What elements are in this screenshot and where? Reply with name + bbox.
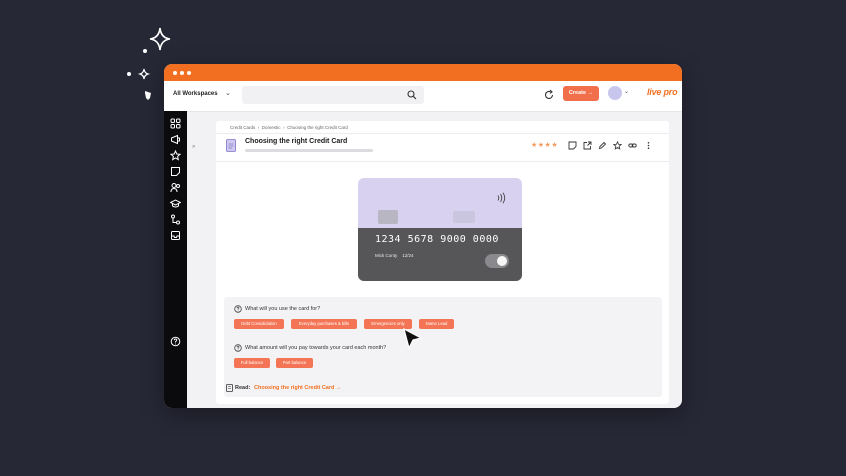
edit-icon[interactable]: [598, 141, 607, 150]
card-chip-secondary: [453, 211, 475, 223]
card-chip: [378, 210, 398, 224]
mouse-cursor-icon: [403, 328, 423, 350]
users-icon[interactable]: [170, 182, 181, 193]
article-panel: Credit Cards › Domestic › Choosing the r…: [216, 121, 669, 404]
option-button[interactable]: Part balance: [276, 358, 313, 368]
create-button[interactable]: Create →: [563, 86, 599, 101]
title-bar: [164, 64, 682, 81]
read-label: Read:: [235, 385, 251, 391]
read-link[interactable]: Choosing the right Credit Card →: [254, 385, 341, 391]
arrow-right-icon: →: [587, 90, 594, 96]
card-expiry: 12/24: [402, 253, 414, 258]
breadcrumb: Credit Cards › Domestic › Choosing the r…: [230, 125, 348, 130]
livepro-logo: live pro: [647, 87, 678, 97]
top-bar: All Workspaces ⌄ Create → ⌄ live pro: [164, 81, 682, 112]
workspace-selector[interactable]: All Workspaces: [173, 91, 218, 97]
note-icon[interactable]: [568, 141, 577, 150]
divider: [216, 133, 669, 134]
create-label: Create: [568, 90, 587, 96]
flow-icon[interactable]: [170, 214, 181, 225]
article-meta-placeholder: [245, 149, 373, 152]
more-options-icon[interactable]: [644, 141, 653, 150]
grid-icon[interactable]: [170, 118, 181, 129]
megaphone-icon[interactable]: [170, 134, 181, 145]
app-window: All Workspaces ⌄ Create → ⌄ live pro » C…: [164, 64, 682, 408]
document-icon: [226, 139, 236, 152]
graduation-cap-icon[interactable]: [170, 198, 181, 209]
sidebar: [164, 111, 187, 408]
collapse-panel-icon[interactable]: »: [192, 144, 195, 150]
search-input[interactable]: [242, 86, 424, 104]
sparkle-icon: [137, 68, 151, 80]
breadcrumb-item[interactable]: Credit Cards: [230, 125, 255, 130]
search-icon[interactable]: [406, 89, 418, 101]
card-logo-toggle: [485, 254, 509, 268]
breadcrumb-item[interactable]: Choosing the right Credit Card: [287, 125, 348, 130]
option-button[interactable]: Name Lead: [419, 319, 454, 329]
breadcrumb-separator: ›: [257, 125, 260, 130]
sparkle-icon: [149, 27, 171, 51]
sparkle-dot: [143, 49, 147, 53]
shield-icon: [145, 91, 151, 100]
question-text: What amount will you pay towards your ca…: [245, 345, 387, 351]
card-holder: Mick Conty 12/24: [375, 253, 414, 258]
book-icon: [226, 384, 233, 392]
rating-stars[interactable]: ★★★★: [531, 141, 558, 149]
credit-card-image: 1234 5678 9000 0000 Mick Conty 12/24: [358, 178, 522, 281]
question-icon: [234, 305, 242, 313]
option-button[interactable]: Debt Consolidation: [234, 319, 284, 329]
question-text: What will you use the card for?: [245, 306, 321, 312]
page-title: Choosing the right Credit Card: [245, 138, 348, 145]
option-button[interactable]: Everyday purchases & bills: [291, 319, 357, 329]
window-dots: [173, 71, 191, 75]
option-button[interactable]: Full balance: [234, 358, 270, 368]
contactless-icon: [497, 192, 506, 204]
card-holder-name: Mick Conty: [375, 253, 398, 258]
question-icon: [234, 344, 242, 352]
chevron-down-icon[interactable]: ⌄: [624, 88, 629, 95]
decision-tree-section: What will you use the card for? Debt Con…: [224, 297, 662, 397]
breadcrumb-separator: ›: [283, 125, 285, 130]
link-icon[interactable]: [628, 141, 637, 150]
card-top: [358, 178, 522, 228]
avatar[interactable]: [608, 86, 622, 100]
help-icon[interactable]: [170, 336, 181, 347]
inbox-icon[interactable]: [170, 230, 181, 241]
chevron-down-icon[interactable]: ⌄: [225, 89, 231, 97]
external-link-icon[interactable]: [583, 141, 592, 150]
star-icon[interactable]: [170, 150, 181, 161]
sparkle-dot: [127, 72, 131, 76]
tag-icon[interactable]: [170, 166, 181, 177]
divider: [216, 161, 669, 162]
refresh-icon[interactable]: [543, 89, 555, 101]
breadcrumb-item[interactable]: Domestic: [262, 125, 281, 130]
star-icon[interactable]: [613, 141, 622, 150]
card-number: 1234 5678 9000 0000: [375, 234, 499, 245]
